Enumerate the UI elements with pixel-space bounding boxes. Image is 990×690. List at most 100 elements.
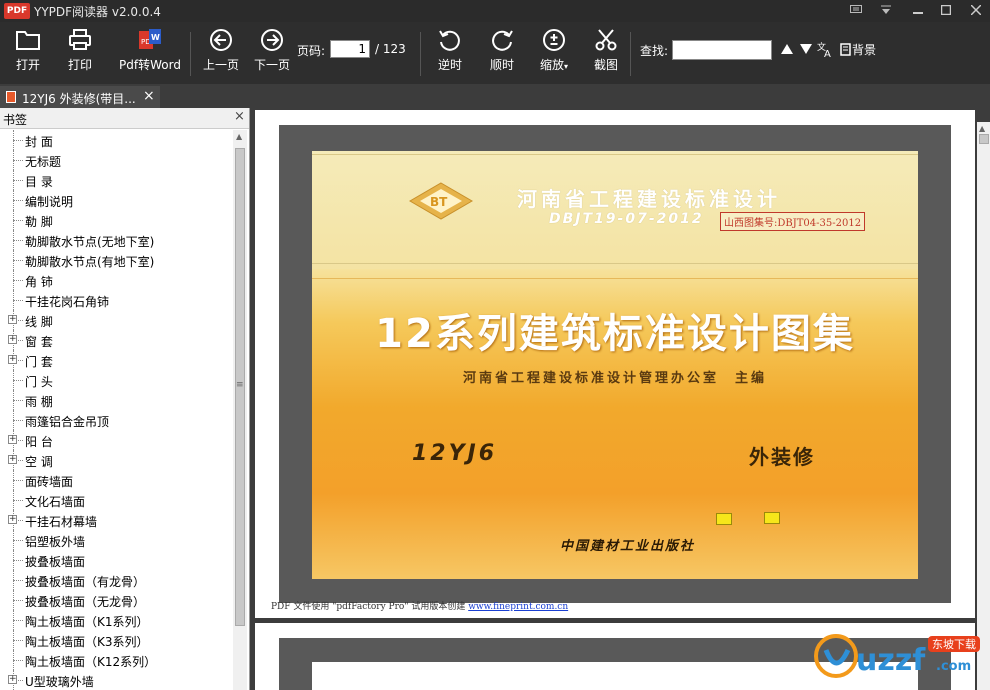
atlas-name: 外装修 [749, 445, 815, 469]
rotate-ccw-button[interactable]: 逆时 [432, 28, 468, 73]
bookmark-label: 披叠板墙面 [25, 555, 86, 569]
bookmark-item[interactable]: 目 录 [0, 170, 232, 190]
expand-icon[interactable]: + [8, 515, 17, 524]
open-label: 打开 [15, 58, 40, 72]
footer-link[interactable]: www.fineprint.com.cn [468, 602, 568, 612]
print-label: 打印 [67, 58, 92, 72]
expand-icon[interactable]: + [8, 355, 17, 364]
bookmark-item[interactable]: 勒 脚 [0, 210, 232, 230]
bookmark-label: 干挂花岗石角铈 [25, 295, 110, 309]
tree-connector [13, 180, 23, 181]
bookmark-item[interactable]: + U型玻璃外墙 [0, 670, 232, 690]
close-panel-icon[interactable]: × [234, 109, 245, 124]
rotate-cw-button[interactable]: 顺时 [484, 28, 520, 73]
zoom-button[interactable]: 缩放▾ [534, 28, 574, 73]
bookmark-item[interactable]: 铝塑板外墙 [0, 530, 232, 550]
bookmark-item[interactable]: 编制说明 [0, 190, 232, 210]
bookmark-label: 勒脚散水节点(有地下室) [25, 255, 155, 269]
bookmark-item[interactable]: 面砖墙面 [0, 470, 232, 490]
background-label: 背景 [852, 43, 877, 57]
uzzf-watermark-logo: uzzf 东坡下载 .com [814, 634, 980, 678]
maximize-button[interactable] [932, 0, 960, 22]
bookmarks-scrollbar[interactable]: ▲ ≡ [233, 130, 247, 690]
bookmark-label: 干挂石材幕墙 [25, 515, 98, 529]
bookmark-item[interactable]: + 干挂石材幕墙 [0, 510, 232, 530]
find-label: 查找: [640, 44, 669, 58]
pdf-to-word-button[interactable]: PDF W Pdf转Word [116, 28, 184, 73]
background-button[interactable]: 背景 [840, 41, 876, 58]
bookmark-item[interactable]: 勒脚散水节点(有地下室) [0, 250, 232, 270]
bookmark-item[interactable]: + 窗 套 [0, 330, 232, 350]
tab-bar: 12YJ6 外装修(带目... × [0, 84, 990, 108]
toolbar-divider [630, 32, 631, 76]
bookmark-item[interactable]: 陶土板墙面（K1系列） [0, 610, 232, 630]
screenshot-button[interactable]: 截图 [588, 28, 624, 73]
bookmarks-title: 书签 [3, 113, 28, 127]
prev-page-button[interactable]: 上一页 [201, 28, 241, 73]
close-tab-icon[interactable]: × [143, 88, 155, 104]
find-next-icon[interactable] [799, 43, 813, 55]
bookmark-item[interactable]: + 空 调 [0, 450, 232, 470]
bookmarks-panel: 书签 × 封 面无标题目 录编制说明勒 脚勒脚散水节点(无地下室) 勒脚散水节点(… [0, 108, 250, 690]
match-case-icon[interactable]: 文A [817, 40, 835, 58]
expand-icon[interactable]: + [8, 335, 17, 344]
pdf-file-icon [6, 91, 16, 103]
expand-icon[interactable]: + [8, 675, 17, 684]
bookmark-item[interactable]: 门 头 [0, 370, 232, 390]
find-prev-icon[interactable] [780, 43, 794, 55]
scroll-up-icon[interactable]: ▲ [236, 132, 242, 141]
bookmark-item[interactable]: + 线 脚 [0, 310, 232, 330]
bookmark-label: 陶土板墙面（K1系列） [25, 615, 149, 629]
bookmark-item[interactable]: 无标题 [0, 150, 232, 170]
find-input[interactable] [672, 40, 772, 60]
expand-icon[interactable]: + [8, 455, 17, 464]
bookmark-label: 窗 套 [25, 335, 53, 349]
bookmark-label: 文化石墙面 [25, 495, 86, 509]
bookmark-item[interactable]: 角 铈 [0, 270, 232, 290]
bookmark-label: 雨 棚 [25, 395, 53, 409]
print-button[interactable]: 打印 [62, 28, 98, 73]
expand-icon[interactable]: + [8, 315, 17, 324]
scrollbar-thumb[interactable] [979, 134, 989, 144]
document-scrollbar[interactable]: ▲ [977, 122, 990, 690]
expand-icon[interactable]: + [8, 435, 17, 444]
menu-dropdown-icon[interactable] [872, 0, 900, 22]
rotate-ccw-label: 逆时 [437, 58, 462, 72]
scroll-up-icon[interactable]: ▲ [979, 124, 985, 133]
bookmark-item[interactable]: + 门 套 [0, 350, 232, 370]
bt-logo-icon: BT [409, 182, 473, 220]
bookmark-item[interactable]: 雨 棚 [0, 390, 232, 410]
tree-connector [13, 600, 23, 601]
bookmark-label: 空 调 [25, 455, 53, 469]
window-title: YYPDF阅读器 v2.0.0.4 [34, 5, 161, 19]
minimize-button[interactable] [904, 0, 932, 22]
bookmark-label: 门 头 [25, 375, 53, 389]
bookmark-item[interactable]: 陶土板墙面（K12系列） [0, 650, 232, 670]
next-page-button[interactable]: 下一页 [252, 28, 292, 73]
bookmark-item[interactable]: 文化石墙面 [0, 490, 232, 510]
document-tab[interactable]: 12YJ6 外装修(带目... × [0, 86, 160, 108]
feedback-icon[interactable] [842, 0, 870, 22]
pdf-to-word-icon: PDFW [139, 29, 161, 49]
bookmark-item[interactable]: 披叠板墙面 [0, 550, 232, 570]
bookmark-item[interactable]: 披叠板墙面（有龙骨） [0, 570, 232, 590]
tree-connector [13, 400, 23, 401]
bookmark-item[interactable]: 干挂花岗石角铈 [0, 290, 232, 310]
tree-connector [13, 260, 23, 261]
tree-connector [13, 620, 23, 621]
arrow-left-circle-icon [210, 29, 232, 51]
page-number-input[interactable]: 1 [330, 40, 370, 58]
bookmark-item[interactable]: 勒脚散水节点(无地下室) [0, 230, 232, 250]
page-total: / 123 [375, 42, 406, 56]
bookmark-item[interactable]: 陶土板墙面（K3系列） [0, 630, 232, 650]
close-button[interactable] [962, 0, 990, 22]
annotation-note-icon[interactable] [716, 513, 732, 525]
bookmark-item[interactable]: + 阳 台 [0, 430, 232, 450]
annotation-note-icon[interactable] [764, 512, 780, 524]
bookmark-item[interactable]: 封 面 [0, 130, 232, 150]
open-button[interactable]: 打开 [10, 28, 46, 73]
stamp-label: 山西图集号:DBJT04-35-2012 [720, 212, 866, 231]
bookmark-item[interactable]: 披叠板墙面（无龙骨） [0, 590, 232, 610]
bookmark-item[interactable]: 雨篷铝合金吊顶 [0, 410, 232, 430]
watermark-brand: uzzf [856, 643, 926, 678]
